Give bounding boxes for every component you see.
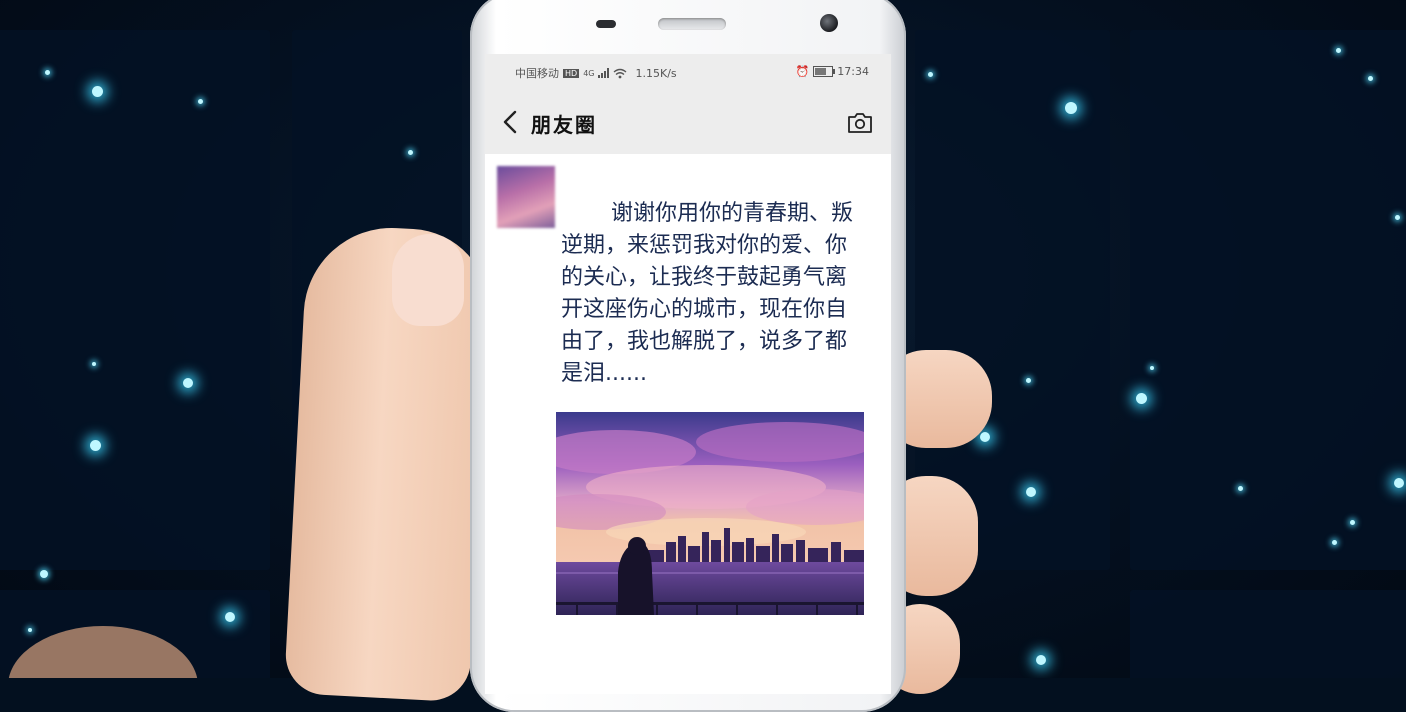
star: [1136, 393, 1147, 404]
star: [92, 362, 96, 366]
carrier-label: 中国移动: [515, 67, 559, 80]
network-type: 4G: [583, 68, 595, 78]
star: [1026, 487, 1036, 497]
status-bar: 中国移动 HD 4G 1.15K/s ⏰ 17:34: [485, 54, 891, 92]
back-icon[interactable]: [497, 108, 525, 136]
star: [40, 570, 48, 578]
star: [1394, 478, 1404, 488]
nav-bar: 朋友圈: [485, 92, 891, 154]
post-image[interactable]: [556, 412, 864, 615]
star: [45, 70, 50, 75]
star: [928, 72, 933, 77]
background-panel: [0, 30, 270, 570]
star: [183, 378, 193, 388]
star: [1026, 378, 1031, 383]
network-speed: 1.15K/s: [635, 66, 677, 80]
star: [28, 628, 32, 632]
star: [1350, 520, 1355, 525]
star: [1036, 655, 1046, 665]
post-text: 谢谢你用你的青春期、叛逆期，来惩罚我对你的爱、你的关心，让我终于鼓起勇气离开这座…: [561, 201, 854, 386]
avatar[interactable]: [497, 166, 555, 228]
front-camera: [820, 14, 838, 32]
alarm-icon: ⏰: [795, 65, 810, 78]
star: [1336, 48, 1341, 53]
camera-icon[interactable]: [845, 108, 875, 138]
post-image-illustration: [556, 412, 864, 615]
wifi-icon: [614, 68, 627, 78]
phone-screen: 中国移动 HD 4G 1.15K/s ⏰ 17:34 朋友圈 谢谢你用你的青春期…: [485, 54, 891, 694]
star: [980, 432, 990, 442]
background-panel: [1130, 30, 1406, 570]
battery-icon: [813, 66, 836, 77]
star: [92, 86, 103, 97]
hand-thumb-nail: [392, 234, 464, 326]
earpiece-speaker: [658, 18, 726, 30]
star: [1150, 366, 1154, 370]
moments-feed: 谢谢你用你的青春期、叛逆期，来惩罚我对你的爱、你的关心，让我终于鼓起勇气离开这座…: [485, 154, 891, 694]
star: [1238, 486, 1243, 491]
signal-icon: [598, 68, 610, 78]
proximity-sensor: [596, 20, 616, 28]
star: [1332, 540, 1337, 545]
star: [198, 99, 203, 104]
status-right: ⏰ 17:34: [796, 65, 869, 78]
clock: 17:34: [837, 65, 869, 78]
page-title: 朋友圈: [531, 113, 597, 137]
star: [1368, 76, 1373, 81]
status-left: 中国移动 HD 4G 1.15K/s: [515, 65, 677, 81]
star: [225, 612, 235, 622]
star: [408, 150, 413, 155]
star: [1065, 102, 1077, 114]
background-panel: [1130, 590, 1406, 678]
star: [90, 440, 101, 451]
hd-badge: HD: [563, 68, 580, 78]
star: [1395, 215, 1400, 220]
